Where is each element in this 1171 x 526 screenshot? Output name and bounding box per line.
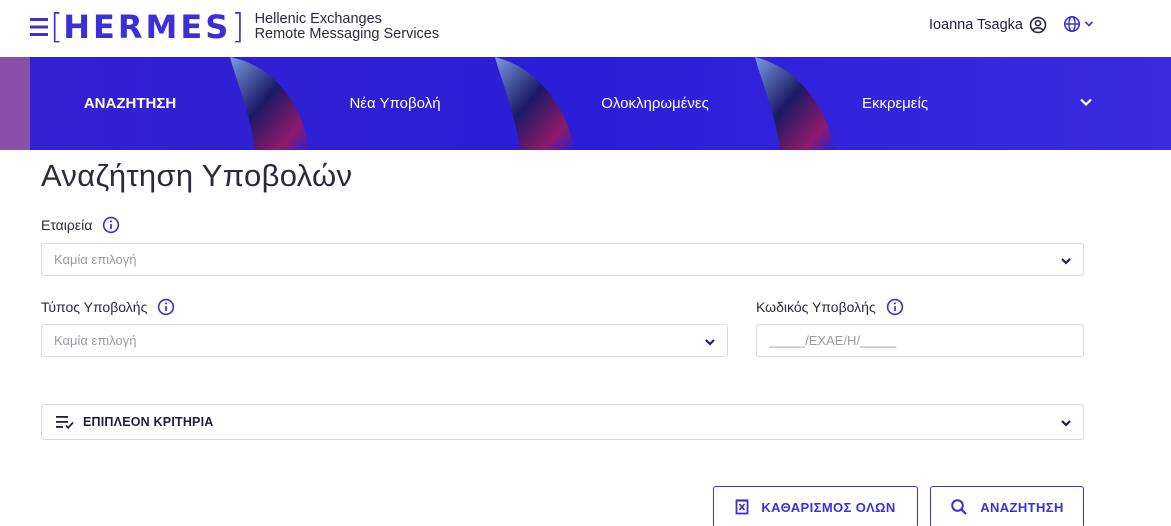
logo-subtitle: Hellenic Exchanges Remote Messaging Serv… <box>255 12 440 42</box>
logo-subtitle-line1: Hellenic Exchanges <box>254 11 382 27</box>
submission-code-label: Κωδικός Υποβολής <box>756 299 876 315</box>
language-selector[interactable] <box>1063 15 1094 33</box>
page-title: Αναζήτηση Υποβολών <box>41 158 353 193</box>
clear-all-button[interactable]: ΚΑΘΑΡΙΣΜΟΣ ΟΛΩΝ <box>713 486 918 526</box>
app-header: [ HERMES ] Hellenic Exchanges Remote Mes… <box>0 0 1171 57</box>
tab-pending[interactable]: Εκκρεμείς <box>795 57 995 150</box>
tab-search[interactable]: ΑΝΑΖΗΤΗΣΗ <box>30 57 230 150</box>
search-button[interactable]: ΑΝΑΖΗΤΗΣΗ <box>930 486 1084 526</box>
chevron-down-icon <box>1061 258 1071 265</box>
logo-bracket-left: [ <box>50 7 64 47</box>
clear-all-label: ΚΑΘΑΡΙΣΜΟΣ ΟΛΩΝ <box>761 499 896 515</box>
submission-type-select[interactable]: Καμία επιλογή <box>41 324 728 357</box>
hermes-logo[interactable]: [ HERMES ] Hellenic Exchanges Remote Mes… <box>30 9 439 45</box>
company-label-group: Εταιρεία <box>41 216 120 234</box>
filter-list-icon <box>56 416 74 429</box>
user-menu[interactable]: Ioanna Tsagka <box>929 16 1047 34</box>
logo-bracket-right: ] <box>231 7 245 47</box>
logo-text: HERMES <box>63 8 232 46</box>
chevron-down-icon <box>1084 21 1094 27</box>
submission-type-label-group: Τύπος Υποβολής <box>41 298 175 316</box>
user-circle-icon <box>1029 16 1047 34</box>
chevron-down-icon <box>1061 420 1071 427</box>
more-criteria-label: ΕΠΙΠΛΕΟΝ ΚΡΙΤΗΡΙΑ <box>83 415 214 429</box>
more-criteria-accordion[interactable]: ΕΠΙΠΛΕΟΝ ΚΡΙΤΗΡΙΑ <box>41 404 1084 440</box>
logo-lines-icon <box>30 18 48 36</box>
company-label: Εταιρεία <box>41 217 93 233</box>
main-nav: ΑΝΑΖΗΤΗΣΗ Νέα Υποβολή Ολοκληρωμένες Εκκρ… <box>0 57 1171 150</box>
info-icon[interactable] <box>157 298 175 316</box>
user-name: Ioanna Tsagka <box>928 17 1023 33</box>
company-select[interactable]: Καμία επιλογή <box>41 243 1084 276</box>
submission-type-label: Τύπος Υποβολής <box>41 299 148 315</box>
info-icon[interactable] <box>102 216 120 234</box>
info-icon[interactable] <box>886 298 904 316</box>
submission-type-select-value: Καμία επιλογή <box>54 333 137 348</box>
nav-more-chevron-icon[interactable] <box>1077 93 1095 111</box>
tab-new-submission[interactable]: Νέα Υποβολή <box>295 57 495 150</box>
submission-code-label-group: Κωδικός Υποβολής <box>756 298 904 316</box>
chevron-down-icon <box>705 339 715 346</box>
company-select-value: Καμία επιλογή <box>54 252 137 267</box>
logo-subtitle-line2: Remote Messaging Services <box>254 26 440 42</box>
globe-icon <box>1063 15 1081 33</box>
search-icon <box>951 499 967 515</box>
submission-code-input[interactable] <box>756 324 1084 357</box>
search-button-label: ΑΝΑΖΗΤΗΣΗ <box>980 499 1064 515</box>
clear-icon <box>735 499 749 515</box>
tab-completed[interactable]: Ολοκληρωμένες <box>555 57 755 150</box>
